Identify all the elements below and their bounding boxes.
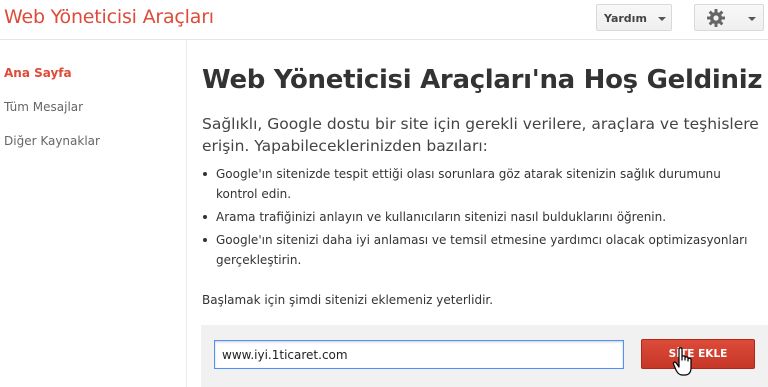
hand-cursor-icon <box>672 347 692 376</box>
sidebar-item-other-resources[interactable]: Diğer Kaynaklar <box>4 134 100 148</box>
sidebar-item-home[interactable]: Ana Sayfa <box>4 66 72 80</box>
bullet-icon <box>203 238 207 242</box>
main-content: Web Yöneticisi Araçları'na Hoş Geldiniz … <box>188 40 768 387</box>
list-item-text: Google'ın sitenizi daha iyi anlaması ve … <box>216 233 748 267</box>
add-site-button[interactable]: SİTE EKLE <box>641 339 755 369</box>
gear-icon <box>707 9 725 27</box>
chevron-down-icon <box>748 17 756 21</box>
site-url-input[interactable] <box>214 340 624 369</box>
settings-button[interactable] <box>694 4 764 31</box>
list-item: Google'ın sitenizde tespit ettiği olası … <box>202 164 762 204</box>
sidebar: Ana Sayfa Tüm Mesajlar Diğer Kaynaklar <box>0 40 187 387</box>
app-title[interactable]: Web Yöneticisi Araçları <box>4 6 214 28</box>
page-title: Web Yöneticisi Araçları'na Hoş Geldiniz <box>202 65 763 95</box>
help-button[interactable]: Yardım <box>596 4 672 31</box>
bullet-icon <box>203 172 207 176</box>
help-button-label: Yardım <box>604 12 647 25</box>
list-item-text: Arama trafiğinizi anlayın ve kullanıcıla… <box>216 210 667 224</box>
top-bar: Web Yöneticisi Araçları Yardım <box>0 0 768 40</box>
list-item-text: Google'ın sitenizde tespit ettiği olası … <box>216 167 721 201</box>
bullet-icon <box>203 215 207 219</box>
feature-list: Google'ın sitenizde tespit ettiği olası … <box>202 164 762 273</box>
list-item: Arama trafiğinizi anlayın ve kullanıcıla… <box>202 207 762 227</box>
list-item: Google'ın sitenizi daha iyi anlaması ve … <box>202 230 762 270</box>
chevron-down-icon <box>658 17 666 21</box>
intro-text: Sağlıklı, Google dostu bir site için ger… <box>202 115 759 155</box>
start-instruction: Başlamak için şimdi sitenizi eklemeniz y… <box>202 293 494 307</box>
sidebar-item-all-messages[interactable]: Tüm Mesajlar <box>4 100 83 114</box>
add-site-button-label: SİTE EKLE <box>668 348 728 360</box>
